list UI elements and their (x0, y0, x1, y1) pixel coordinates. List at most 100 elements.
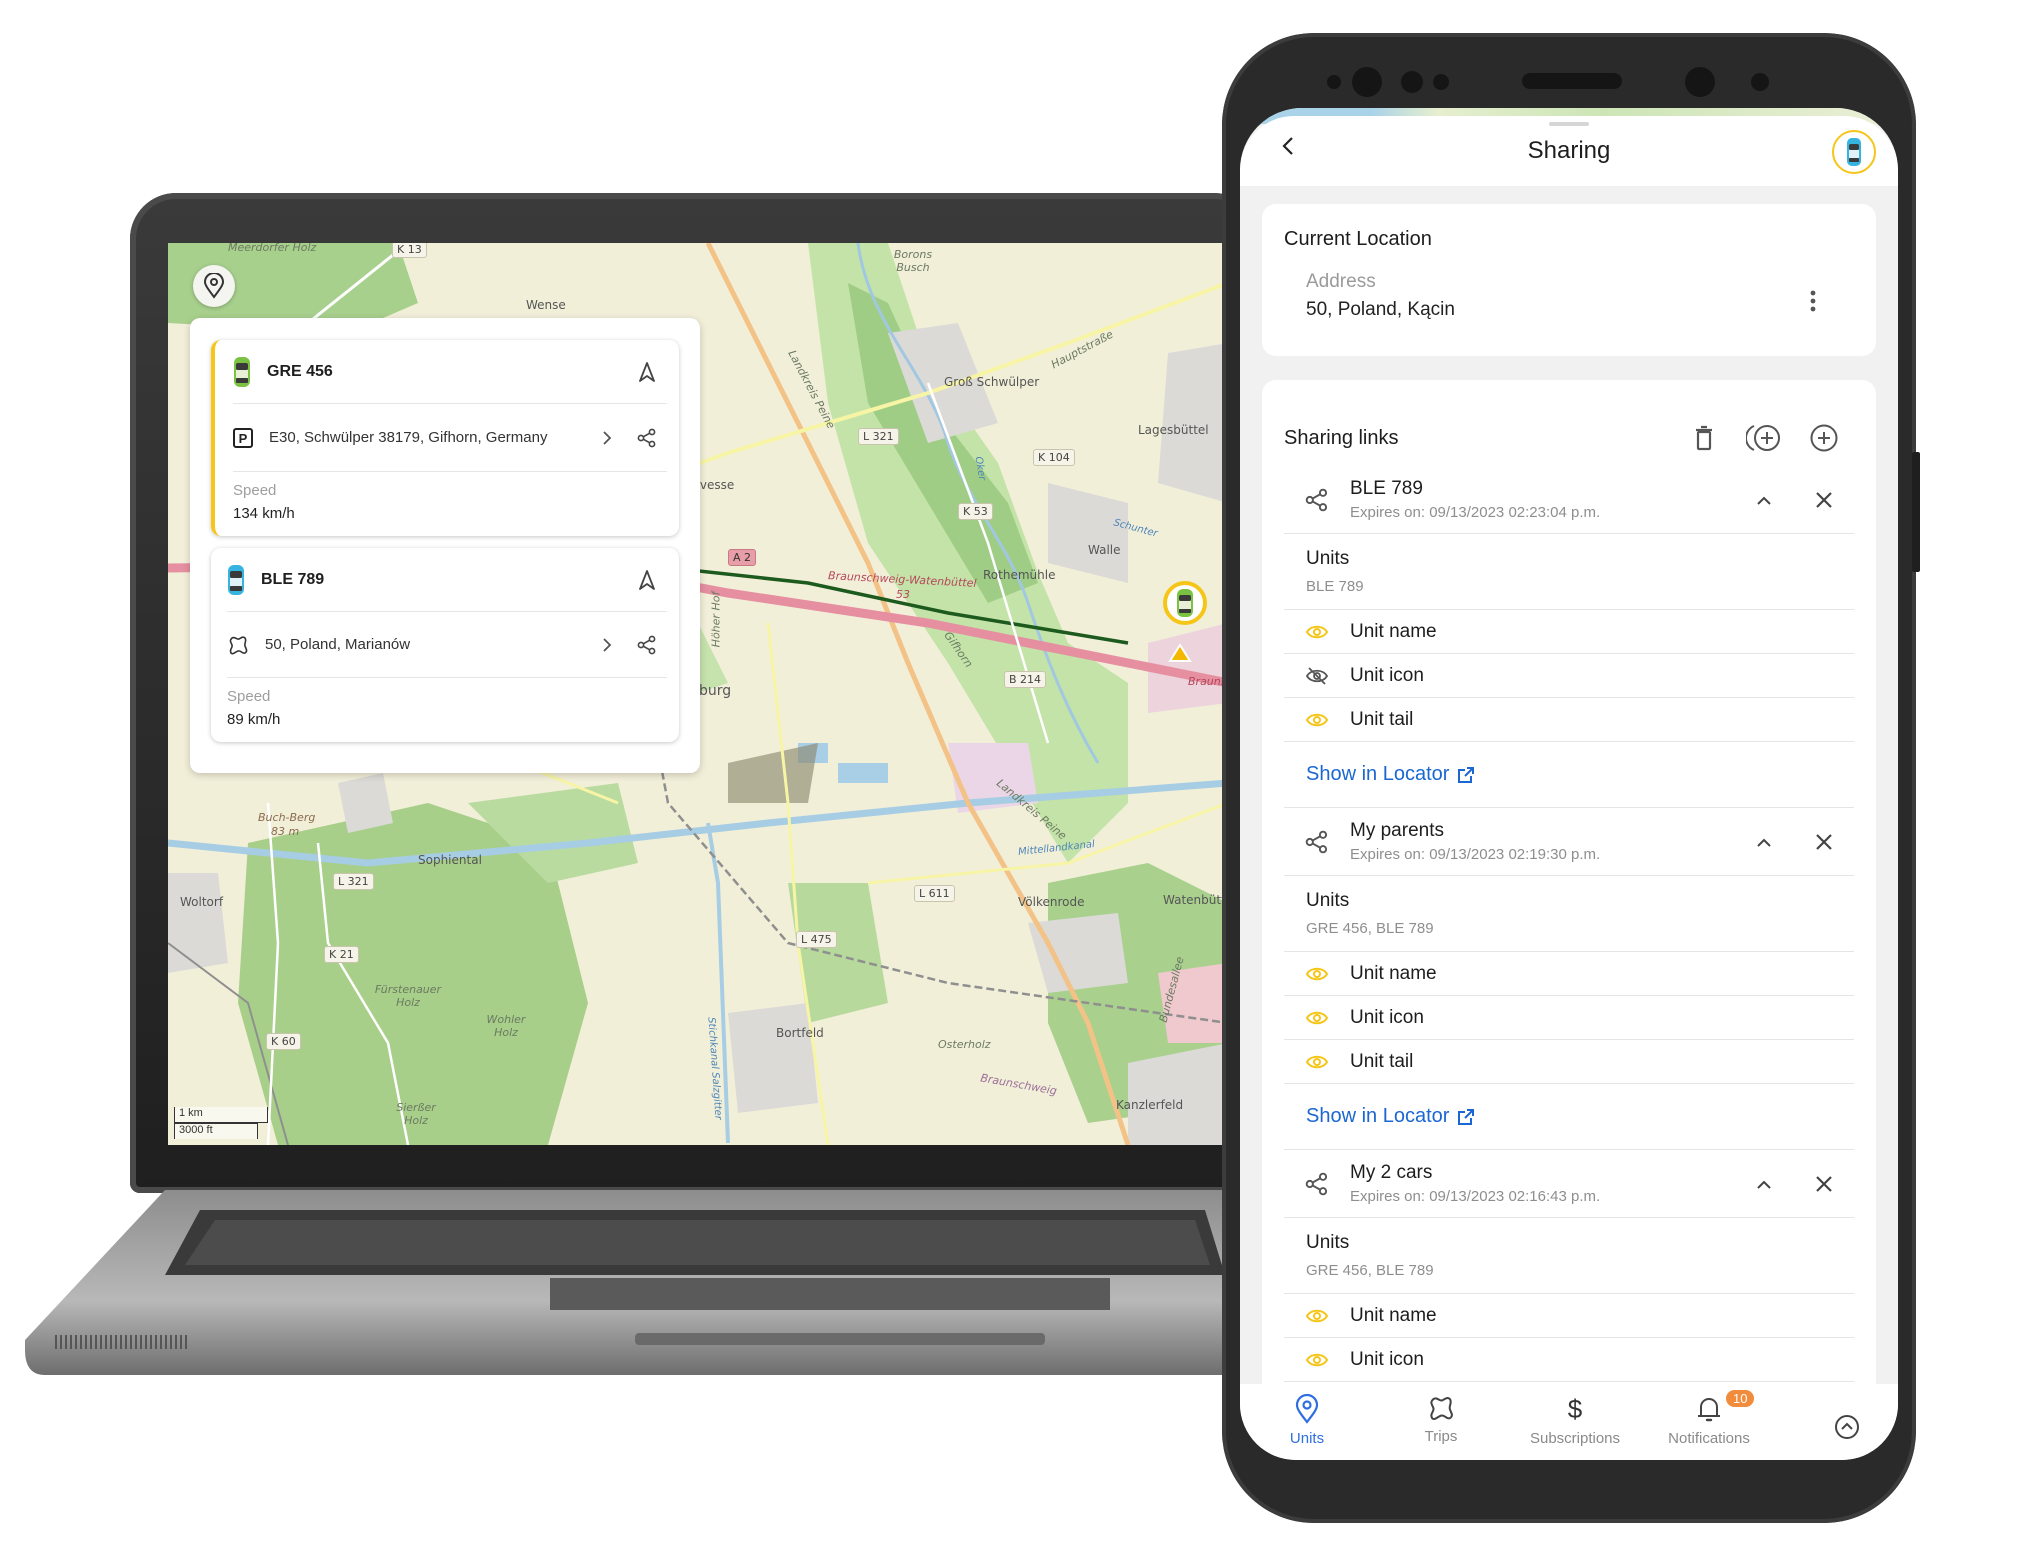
car-green-icon (234, 356, 250, 387)
road-shield-b214: B 214 (1004, 671, 1047, 688)
laptop-screen: Wense Groß Schwülper Hauptstraße Lagesbü… (168, 243, 1228, 1145)
speed-label: Speed (227, 688, 271, 705)
unit-card-gre-456[interactable]: GRE 456 P E30, Schwülper 38179, Gifhorn,… (211, 340, 679, 536)
map-unit-marker-gre-456[interactable] (1163, 581, 1207, 625)
nav-notifications[interactable]: 10 Notifications (1642, 1390, 1776, 1447)
units-panel: GRE 456 P E30, Schwülper 38179, Gifhorn,… (190, 318, 700, 773)
trash-icon (1696, 425, 1712, 451)
navigate-button[interactable] (627, 352, 667, 392)
nav-label: Trips (1424, 1428, 1458, 1445)
road-shield-l321: L 321 (858, 428, 899, 445)
visibility-option[interactable]: Unit icon (1284, 996, 1854, 1040)
link-expiry: Expires on: 09/13/2023 02:16:43 p.m. (1350, 1188, 1601, 1205)
map-label-sophiental: Sophiental (418, 853, 482, 867)
share-unit-button[interactable] (627, 625, 667, 665)
map-label-kanzlerfeld: Kanzlerfeld (1116, 1098, 1184, 1112)
visibility-option[interactable]: Unit name (1284, 1294, 1854, 1338)
visibility-option[interactable]: Unit name (1284, 610, 1854, 654)
map-label-sierber-holz: Sierßer Holz (396, 1101, 436, 1127)
car-green-icon (1177, 589, 1193, 617)
unit-details-button[interactable] (587, 418, 627, 458)
phone-screen: Sharing Current Location Address 50, Pol… (1240, 108, 1898, 1460)
show-in-locator-link[interactable]: Show in Locator (1306, 1105, 1475, 1128)
map-label-buch-berg: Buch-Berg (258, 811, 316, 824)
nav-label: Notifications (1668, 1430, 1750, 1447)
unit-name: GRE 456 (267, 362, 333, 380)
collapse-nav-button[interactable] (1834, 1414, 1860, 1445)
chevron-up-circle-icon (1835, 1415, 1859, 1439)
direction-arrow-icon (1168, 643, 1192, 662)
nav-label: Units (1289, 1430, 1325, 1447)
visibility-option[interactable]: Unit icon (1284, 1338, 1854, 1382)
units-value: GRE 456, BLE 789 (1306, 1262, 1434, 1279)
navigation-arrow-icon (639, 569, 655, 590)
visibility-toggle[interactable] (1284, 666, 1350, 686)
unit-avatar[interactable] (1832, 130, 1876, 174)
add-multiple-links-button[interactable] (1734, 418, 1794, 458)
delete-link-button[interactable] (1794, 478, 1854, 522)
external-link-icon (1458, 1108, 1475, 1125)
nav-units[interactable]: Units (1240, 1394, 1374, 1447)
notifications-badge: 10 (1726, 1390, 1755, 1407)
road-shield-k104: K 104 (1033, 449, 1075, 466)
visibility-toggle[interactable] (1284, 966, 1350, 982)
add-link-button[interactable] (1794, 418, 1854, 458)
road-shield-l611: L 611 (914, 885, 955, 902)
delete-link-button[interactable] (1794, 1162, 1854, 1206)
map-label-meerdorfer-holz: Meerdorfer Holz (228, 243, 317, 254)
visibility-toggle[interactable] (1284, 624, 1350, 640)
chevron-up-icon (1757, 1180, 1771, 1189)
bottom-navigation: Units Trips $ Subscriptions 10 Notificat… (1240, 1384, 1898, 1460)
collapse-link-button[interactable] (1734, 820, 1794, 864)
collapse-link-button[interactable] (1734, 478, 1794, 522)
nav-subscriptions[interactable]: $ Subscriptions (1508, 1394, 1642, 1447)
visibility-option[interactable]: Unit tail (1284, 698, 1854, 742)
share-unit-button[interactable] (627, 418, 667, 458)
navigation-arrow-icon (639, 361, 655, 382)
map-label-braunschweig-edge: Brauns (1188, 675, 1227, 688)
road-shield-k60: K 60 (266, 1033, 301, 1050)
eye-off-icon (1306, 666, 1328, 685)
option-label: Unit name (1350, 962, 1437, 984)
navigate-button[interactable] (627, 560, 667, 600)
show-in-locator-link[interactable]: Show in Locator (1306, 763, 1475, 786)
svg-text:$: $ (1568, 1394, 1583, 1424)
visibility-toggle[interactable] (1284, 712, 1350, 728)
visibility-toggle[interactable] (1284, 1352, 1350, 1368)
visibility-option[interactable]: Unit icon (1284, 654, 1854, 698)
back-button[interactable] (1280, 134, 1296, 163)
external-link-icon (1458, 766, 1475, 783)
road-shield-k21: K 21 (324, 946, 359, 963)
delete-links-button[interactable] (1674, 418, 1734, 458)
collapse-link-button[interactable] (1734, 1162, 1794, 1206)
visibility-option[interactable]: Unit name (1284, 952, 1854, 996)
unit-details-button[interactable] (587, 625, 627, 665)
link-name: BLE 789 (1350, 478, 1423, 499)
visibility-toggle[interactable] (1284, 1010, 1350, 1026)
visibility-toggle[interactable] (1284, 1308, 1350, 1324)
page-title: Sharing (1527, 137, 1611, 164)
map-label-rvesse: rvesse (695, 478, 735, 492)
share-icon (1305, 488, 1328, 511)
trip-icon (1430, 1397, 1453, 1421)
units-label: Units (1306, 548, 1350, 569)
more-options-button[interactable] (1810, 290, 1816, 317)
unit-card-ble-789[interactable]: BLE 789 50, Poland, Marianów Speed 89 km… (211, 548, 679, 742)
map-label-buch-berg-elevation: 83 m (271, 825, 300, 838)
visibility-option[interactable]: Unit tail (1284, 1040, 1854, 1084)
nav-trips[interactable]: Trips (1374, 1394, 1508, 1445)
location-pin-icon (1295, 1394, 1319, 1424)
eye-icon (1306, 625, 1328, 638)
map-scale-bar: 1 km 3000 ft (174, 1107, 268, 1139)
eye-icon (1306, 713, 1328, 726)
locate-button[interactable] (193, 265, 235, 307)
road-shield-l475: L 475 (796, 931, 837, 948)
delete-link-button[interactable] (1794, 820, 1854, 864)
dollar-icon: $ (1568, 1394, 1583, 1424)
sheet-drag-handle[interactable] (1549, 122, 1589, 126)
address-value: 50, Poland, Kącin (1306, 299, 1455, 320)
speed-value: 89 km/h (227, 711, 281, 728)
map-label-gross-schwulper: Groß Schwülper (944, 375, 1040, 389)
road-shield-l321-south: L 321 (333, 873, 374, 890)
visibility-toggle[interactable] (1284, 1054, 1350, 1070)
